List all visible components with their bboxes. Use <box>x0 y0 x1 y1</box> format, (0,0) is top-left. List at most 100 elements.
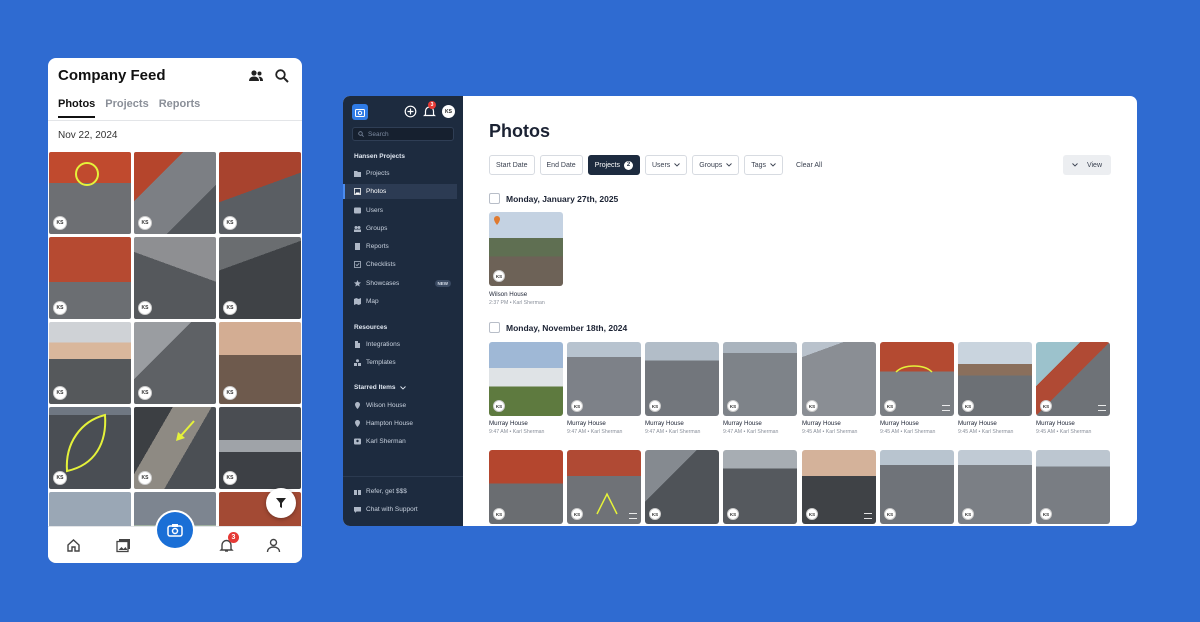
projects-filter[interactable]: Projects 2 <box>587 155 640 175</box>
tab-photos[interactable]: Photos <box>58 98 96 118</box>
avatar: KS <box>53 386 67 400</box>
people-icon[interactable] <box>248 68 264 84</box>
photo-tile[interactable]: KS <box>49 152 131 234</box>
photo-thumbnail[interactable]: KS <box>567 342 641 416</box>
photo-caption: Murray House 9:47 AM • Karl Sherman <box>567 420 643 436</box>
photo-tile[interactable]: KS <box>219 407 301 489</box>
sidebar-item-map[interactable]: Map <box>343 294 457 309</box>
photo-caption: Murray House 9:45 AM • Karl Sherman <box>802 420 878 436</box>
photo-tile[interactable]: KS <box>219 237 301 319</box>
date-group-header: Monday, November 18th, 2024 <box>489 322 627 333</box>
new-badge: NEW <box>434 280 451 287</box>
start-date-filter[interactable]: Start Date <box>489 155 535 175</box>
groups-filter[interactable]: Groups <box>692 155 740 175</box>
photo-thumbnail[interactable]: KS <box>723 450 797 524</box>
sidebar-item-showcases[interactable]: Showcases NEW <box>343 276 457 291</box>
sidebar-item-templates[interactable]: Templates <box>343 355 457 370</box>
filter-button[interactable] <box>266 488 296 518</box>
photo-thumbnail[interactable]: KS <box>802 450 876 524</box>
photo-thumbnail[interactable]: KS <box>723 342 797 416</box>
groups-icon <box>354 226 361 232</box>
photo-thumbnail[interactable]: KS <box>645 342 719 416</box>
clear-all-button[interactable]: Clear All <box>796 162 822 169</box>
sidebar-item-users[interactable]: Users <box>343 203 457 218</box>
photo-thumbnail[interactable]: KS <box>958 342 1032 416</box>
photo-thumbnail[interactable]: KS <box>489 212 563 286</box>
photo-thumbnail[interactable]: KS <box>802 342 876 416</box>
sidebar-item-hampton-house[interactable]: Hampton House <box>343 416 457 431</box>
sidebar-item-reports[interactable]: Reports <box>343 239 457 254</box>
filter-icon <box>276 498 286 508</box>
sidebar-item-groups[interactable]: Groups <box>343 221 457 236</box>
search-icon[interactable] <box>274 68 290 84</box>
photos-icon <box>354 188 361 195</box>
sidebar-item-projects[interactable]: Projects <box>343 166 457 181</box>
add-circle-icon[interactable] <box>404 105 417 118</box>
photo-tile[interactable]: KS <box>134 152 216 234</box>
sidebar-item-label: Showcases <box>366 280 400 287</box>
search-input[interactable]: Search <box>352 127 454 141</box>
photo-tile[interactable]: KS <box>134 322 216 404</box>
avatar: KS <box>53 216 67 230</box>
sidebar-item-checklists[interactable]: Checklists <box>343 257 457 272</box>
photo-thumbnail[interactable]: KS <box>1036 342 1110 416</box>
sidebar-item-karl-sherman[interactable]: Karl Sherman <box>343 434 457 449</box>
project-tag-icon <box>494 216 500 225</box>
avatar: KS <box>884 400 896 412</box>
photo-tile[interactable]: KS <box>134 407 216 489</box>
avatar[interactable]: KS <box>442 105 455 118</box>
photo-thumbnail[interactable]: KS <box>489 342 563 416</box>
sidebar-item-chat-support[interactable]: Chat with Support <box>343 502 457 517</box>
markup-annotation-icon <box>596 492 618 515</box>
tab-reports[interactable]: Reports <box>159 98 201 118</box>
sidebar-item-refer[interactable]: Refer, get $$$ <box>343 484 457 499</box>
select-group-checkbox[interactable] <box>489 193 500 204</box>
profile-icon[interactable] <box>266 538 281 553</box>
photo-project-name: Murray House <box>723 420 762 427</box>
sidebar-item-integrations[interactable]: Integrations <box>343 337 457 352</box>
users-filter[interactable]: Users <box>645 155 688 175</box>
photo-tile[interactable]: KS <box>219 322 301 404</box>
tags-filter[interactable]: Tags <box>744 155 784 175</box>
avatar: KS <box>138 301 152 315</box>
filter-label: Projects <box>594 161 620 169</box>
sidebar-item-label: Refer, get $$$ <box>366 488 407 495</box>
reports-icon <box>355 243 360 250</box>
sidebar-item-photos[interactable]: Photos <box>343 184 457 199</box>
photo-thumbnail[interactable]: KS <box>567 450 641 524</box>
photo-meta: 9:47 AM • Karl Sherman <box>645 429 701 435</box>
photo-tile[interactable]: KS <box>134 237 216 319</box>
photo-caption: Murray House 9:45 AM • Karl Sherman <box>1036 420 1112 436</box>
photo-tile[interactable]: KS <box>219 152 301 234</box>
photo-tile[interactable]: KS <box>49 407 131 489</box>
avatar: KS <box>806 400 818 412</box>
avatar: KS <box>727 508 739 520</box>
photo-tile[interactable]: KS <box>49 322 131 404</box>
location-pin-icon <box>355 420 360 427</box>
end-date-filter[interactable]: End Date <box>539 155 583 175</box>
photo-project-name: Murray House <box>489 420 528 427</box>
sidebar-item-label: Reports <box>366 243 389 250</box>
camera-button[interactable] <box>157 512 193 548</box>
sidebar-item-wilson-house[interactable]: Wilson House <box>343 398 457 413</box>
view-button[interactable]: View <box>1062 155 1111 175</box>
photo-thumbnail[interactable]: KS <box>645 450 719 524</box>
gallery-icon[interactable] <box>116 538 131 553</box>
home-icon[interactable] <box>66 538 81 553</box>
chat-icon <box>354 507 361 513</box>
select-group-checkbox[interactable] <box>489 322 500 333</box>
page-title: Photos <box>489 121 550 141</box>
avatar: KS <box>1040 400 1052 412</box>
photo-thumbnail[interactable]: KS <box>880 450 954 524</box>
photo-thumbnail[interactable]: KS <box>880 342 954 416</box>
photo-thumbnail[interactable]: KS <box>958 450 1032 524</box>
tab-projects[interactable]: Projects <box>105 98 148 118</box>
avatar: KS <box>962 508 974 520</box>
photo-caption: Wilson House 2:37 PM • Karl Sherman <box>489 291 565 307</box>
photo-thumbnail[interactable]: KS <box>1036 450 1110 524</box>
section-title-starred[interactable]: Starred Items <box>354 384 406 391</box>
app-logo[interactable] <box>352 104 368 120</box>
photo-project-name: Murray House <box>802 420 841 427</box>
photo-thumbnail[interactable]: KS <box>489 450 563 524</box>
photo-tile[interactable]: KS <box>49 237 131 319</box>
